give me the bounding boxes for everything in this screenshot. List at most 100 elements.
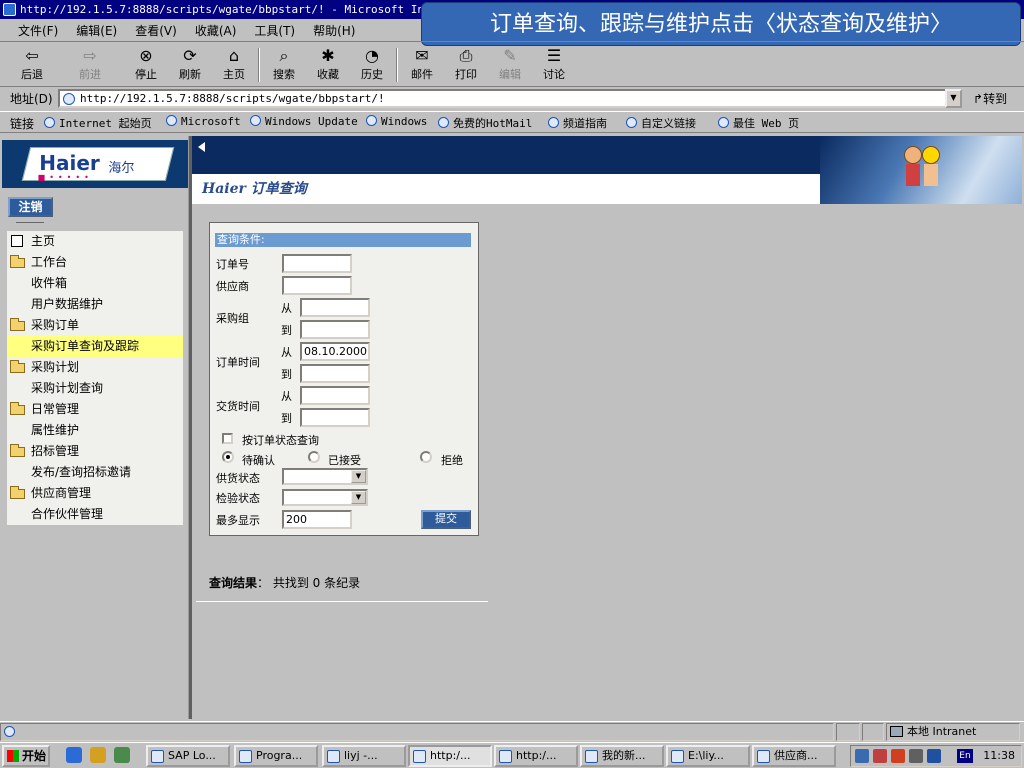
- task-button[interactable]: http:/...: [408, 745, 492, 767]
- link-item[interactable]: Microsoft: [166, 115, 241, 128]
- sidebar-item-purchase-plan[interactable]: 采购计划: [7, 357, 183, 378]
- sidebar-item-inbox[interactable]: 收件箱: [7, 273, 183, 294]
- order-no-input[interactable]: [282, 254, 352, 273]
- sidebar-item-bidding[interactable]: 招标管理: [7, 441, 183, 462]
- link-item[interactable]: 自定义链接: [626, 115, 696, 131]
- from-label: 从: [281, 390, 292, 403]
- search-button[interactable]: ⌕ 搜索: [264, 46, 304, 84]
- history-icon: ◔: [365, 46, 379, 65]
- inspect-status-select[interactable]: ▼: [282, 489, 368, 506]
- link-item[interactable]: 免费的HotMail: [438, 115, 532, 131]
- volume-tray-icon[interactable]: [873, 749, 887, 763]
- accepted-radio[interactable]: [308, 451, 320, 463]
- status-bar: 本地 Intranet: [0, 721, 1024, 741]
- monitor-tray-icon[interactable]: [909, 749, 923, 763]
- mail-button[interactable]: ✉ 邮件: [402, 46, 442, 84]
- forward-button[interactable]: ⇨ 前进: [70, 46, 110, 84]
- clock[interactable]: 11:38: [983, 749, 1015, 762]
- logout-button[interactable]: 注销: [8, 197, 53, 217]
- folder-icon: [10, 444, 25, 457]
- menu-view[interactable]: 查看(V): [135, 20, 177, 42]
- desktop-quicklaunch-icon[interactable]: [114, 747, 130, 763]
- purchase-group-from-input[interactable]: [300, 298, 370, 317]
- menu-help[interactable]: 帮助(H): [313, 20, 355, 42]
- submit-button[interactable]: 提交: [421, 510, 471, 529]
- sidebar-item-attribute-maintenance[interactable]: 属性维护: [7, 420, 183, 441]
- sidebar-item-daily-management[interactable]: 日常管理: [7, 399, 183, 420]
- task-button[interactable]: 我的新...: [580, 745, 664, 767]
- print-button[interactable]: ⎙ 打印: [446, 46, 486, 84]
- folder-icon: [10, 360, 25, 373]
- ie-quicklaunch-icon[interactable]: [66, 747, 82, 763]
- pending-radio[interactable]: [222, 451, 234, 463]
- task-button[interactable]: 供应商...: [752, 745, 836, 767]
- address-input[interactable]: http://192.1.5.7:8888/scripts/wgate/bbps…: [58, 89, 962, 108]
- history-button[interactable]: ◔ 历史: [352, 46, 392, 84]
- order-time-from-input[interactable]: 08.10.2000: [300, 342, 370, 361]
- query-result: 查询结果： 共找到 0 条纪录: [209, 574, 360, 591]
- task-button[interactable]: http:/...: [494, 745, 578, 767]
- sidebar-item-workbench[interactable]: 工作台: [7, 252, 183, 273]
- purchase-group-label: 采购组: [216, 312, 249, 325]
- sidebar-item-partner-management[interactable]: 合作伙伴管理: [7, 504, 183, 525]
- task-button[interactable]: liyj -...: [322, 745, 406, 767]
- menu-tools[interactable]: 工具(T): [254, 20, 295, 42]
- favorites-button[interactable]: ✱ 收藏: [308, 46, 348, 84]
- ie-page-icon: [718, 117, 729, 128]
- menu-edit[interactable]: 编辑(E): [76, 20, 117, 42]
- language-indicator[interactable]: En: [957, 749, 973, 763]
- taskbar: 开始 SAP Lo... Progra... liyj -... http:/.…: [0, 742, 1024, 768]
- purchase-group-to-input[interactable]: [300, 320, 370, 339]
- sidebar-item-plan-query[interactable]: 采购计划查询: [7, 378, 183, 399]
- supply-status-select[interactable]: ▼: [282, 468, 368, 485]
- antivirus-tray-icon[interactable]: [891, 749, 905, 763]
- link-item[interactable]: 最佳 Web 页: [718, 115, 799, 131]
- task-button[interactable]: E:\liy...: [666, 745, 750, 767]
- supplier-input[interactable]: [282, 276, 352, 295]
- address-dropdown-button[interactable]: ▼: [945, 89, 962, 108]
- delivery-time-from-input[interactable]: [300, 386, 370, 405]
- link-item[interactable]: 频道指南: [548, 115, 607, 131]
- home-button[interactable]: ⌂ 主页: [214, 46, 254, 84]
- from-label: 从: [281, 302, 292, 315]
- sidebar-item-user-data[interactable]: 用户数据维护: [7, 294, 183, 315]
- status-query-checkbox[interactable]: [222, 433, 233, 444]
- sidebar-item-home[interactable]: 主页: [7, 231, 183, 252]
- sidebar-item-po-query[interactable]: 采购订单查询及跟踪: [7, 336, 183, 357]
- favorites-icon: ✱: [321, 46, 335, 65]
- discuss-button[interactable]: ☰ 讨论: [534, 46, 574, 84]
- link-item[interactable]: Windows Update: [250, 115, 358, 128]
- app-icon: [239, 750, 252, 763]
- status-cell: [862, 723, 884, 741]
- order-time-label: 订单时间: [216, 356, 260, 369]
- supply-status-label: 供货状态: [216, 472, 260, 485]
- back-button[interactable]: ⇦ 后退: [12, 46, 52, 84]
- app-tray-icon[interactable]: [927, 749, 941, 763]
- divider: [196, 601, 488, 602]
- collapse-arrow-icon[interactable]: [198, 142, 205, 152]
- edit-button[interactable]: ✎ 编辑: [490, 46, 530, 84]
- task-button[interactable]: Progra...: [234, 745, 318, 767]
- link-item[interactable]: Windows: [366, 115, 427, 128]
- network-tray-icon[interactable]: [855, 749, 869, 763]
- menu-file[interactable]: 文件(F): [18, 20, 58, 42]
- refresh-button[interactable]: ⟳ 刷新: [170, 46, 210, 84]
- outlook-quicklaunch-icon[interactable]: [90, 747, 106, 763]
- sidebar-item-purchase-orders[interactable]: 采购订单: [7, 315, 183, 336]
- task-button[interactable]: SAP Lo...: [146, 745, 230, 767]
- order-time-to-input[interactable]: [300, 364, 370, 383]
- stop-icon: ⊗: [139, 46, 153, 65]
- sidebar-item-bid-invitation[interactable]: 发布/查询招标邀请: [7, 462, 183, 483]
- go-button[interactable]: ↱转到: [973, 90, 1007, 107]
- link-item[interactable]: Internet 起始页: [44, 115, 152, 131]
- sidebar-item-supplier-management[interactable]: 供应商管理: [7, 483, 183, 504]
- delivery-time-to-input[interactable]: [300, 408, 370, 427]
- rejected-radio[interactable]: [420, 451, 432, 463]
- mascot-head: [922, 146, 940, 164]
- stop-button[interactable]: ⊗ 停止: [126, 46, 166, 84]
- menu-favorites[interactable]: 收藏(A): [195, 20, 237, 42]
- toolbar-separator: [396, 48, 398, 82]
- start-button[interactable]: 开始: [2, 745, 50, 767]
- ie-icon: [413, 750, 426, 763]
- max-show-input[interactable]: 200: [282, 510, 352, 529]
